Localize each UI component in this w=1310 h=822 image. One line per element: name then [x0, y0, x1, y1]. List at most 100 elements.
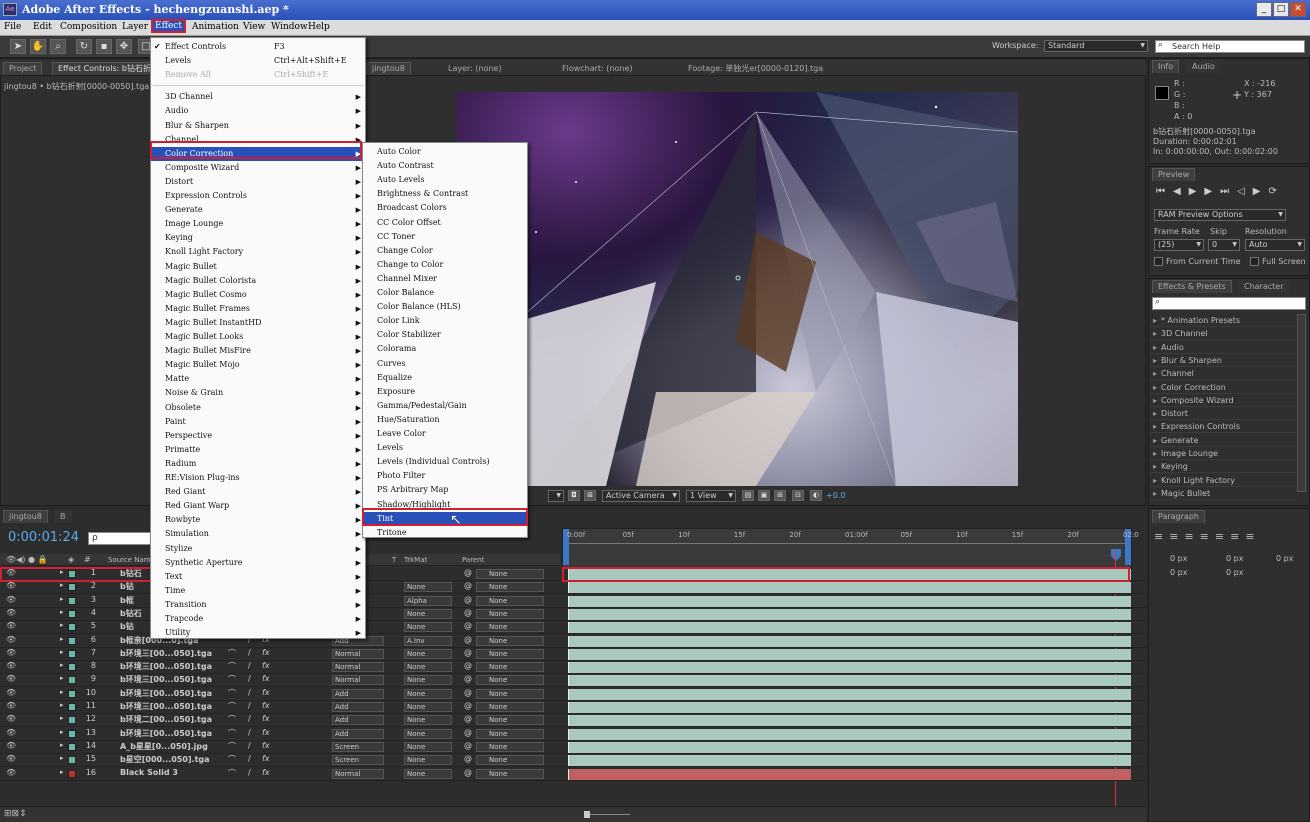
layer-duration-bar[interactable]: [568, 608, 1131, 620]
color-correction-item[interactable]: Equalize: [363, 371, 527, 385]
pickwhip-icon[interactable]: @: [464, 701, 472, 710]
eye-icon[interactable]: 👁: [6, 674, 16, 683]
layer-duration-bar[interactable]: [568, 595, 1131, 607]
color-correction-item[interactable]: Leave Color: [363, 427, 527, 441]
shy-switch-icon[interactable]: ⌒: [228, 714, 236, 725]
timeline-layer-row[interactable]: 👁 ▸ 14 A_b星星[0...050].jpg ⌒ / fx Screen None @ Non…: [0, 741, 1146, 754]
quality-switch-icon[interactable]: /: [248, 728, 251, 737]
track-matte-select[interactable]: A.Inv: [404, 635, 452, 646]
time-ruler[interactable]: 0:00f 05f 10f 15f 20f 01:00f 05f 10f 15f 20f 02:0: [562, 528, 1139, 568]
blend-mode-select[interactable]: Screen: [332, 741, 384, 752]
camera-tool-icon[interactable]: ▪: [96, 39, 112, 54]
layer-name[interactable]: b环境三[00...050].tga: [120, 648, 212, 659]
effect-menu-item[interactable]: Image Lounge ▶: [151, 217, 365, 231]
track-matte-select[interactable]: None: [404, 662, 452, 673]
effect-menu-item[interactable]: Magic Bullet MisFire ▶: [151, 344, 365, 358]
layer-duration-bar[interactable]: [568, 768, 1131, 780]
color-correction-item[interactable]: Color Balance: [363, 286, 527, 300]
timeline-layer-row[interactable]: 👁 ▸ 7 b环境三[00...050].tga ⌒ / fx Normal None @ None: [0, 648, 1146, 661]
parent-select[interactable]: None: [476, 702, 544, 712]
effect-menu-item[interactable]: Simulation ▶: [151, 527, 365, 541]
parent-select[interactable]: None: [476, 582, 544, 593]
effects-scrollbar[interactable]: [1297, 314, 1306, 492]
eye-icon[interactable]: 👁: [6, 714, 16, 723]
color-correction-item[interactable]: Tritone: [363, 526, 527, 540]
ram-preview-select[interactable]: RAM Preview Options: [1154, 209, 1286, 221]
effect-menu-item[interactable]: Magic Bullet ▶: [151, 260, 365, 274]
parent-select[interactable]: None: [476, 728, 544, 739]
resolution-select[interactable]: Auto: [1245, 239, 1305, 251]
close-button[interactable]: ✕: [1290, 2, 1306, 17]
first-line-value[interactable]: 0 px: [1170, 568, 1187, 577]
track-matte-select[interactable]: None: [404, 702, 452, 712]
pickwhip-icon[interactable]: @: [464, 608, 472, 617]
fx-switch-icon[interactable]: fx: [262, 754, 270, 763]
menu-layer[interactable]: Layer: [122, 22, 148, 32]
expand-triangle-icon[interactable]: ▸: [60, 581, 64, 589]
parent-select[interactable]: None: [476, 688, 544, 699]
label-color-swatch[interactable]: [68, 636, 76, 645]
color-correction-item[interactable]: Auto Color: [363, 145, 527, 159]
layer-name[interactable]: b钻石: [120, 568, 142, 579]
view-layout-select[interactable]: 1 View: [686, 490, 736, 502]
layer-duration-bar[interactable]: [568, 569, 1131, 580]
effects-list-item[interactable]: Image Lounge: [1150, 447, 1296, 460]
timeline-layer-row[interactable]: 👁 ▸ 9 b环境三[00...050].tga ⌒ / fx Normal None @ None: [0, 674, 1146, 688]
effect-menu-item[interactable]: Levels Ctrl+Alt+Shift+E: [151, 54, 365, 68]
effect-menu-item[interactable]: Matte ▶: [151, 372, 365, 386]
expand-triangle-icon[interactable]: ▸: [60, 688, 64, 696]
shy-switch-icon[interactable]: ⌒: [228, 661, 236, 672]
expand-triangle-icon[interactable]: ▸: [60, 768, 64, 776]
parent-select[interactable]: None: [476, 741, 544, 752]
align-buttons[interactable]: ≡≡≡≡≡≡≡: [1154, 530, 1261, 543]
layer-duration-bar[interactable]: [568, 755, 1131, 767]
effect-menu-item[interactable]: Magic Bullet Frames ▶: [151, 302, 365, 316]
pickwhip-icon[interactable]: @: [464, 581, 472, 590]
expand-triangle-icon[interactable]: ▸: [60, 714, 64, 722]
label-color-swatch[interactable]: [68, 609, 76, 618]
layer-duration-bar[interactable]: [568, 662, 1131, 674]
label-color-swatch[interactable]: [68, 583, 76, 592]
layer-duration-bar[interactable]: [568, 728, 1131, 740]
menu-view[interactable]: View: [243, 22, 265, 32]
effects-list-item[interactable]: Expression Controls: [1150, 420, 1296, 434]
effect-menu-item[interactable]: Keying ▶: [151, 231, 365, 245]
pickwhip-icon[interactable]: @: [464, 674, 472, 683]
color-correction-item[interactable]: Photo Filter: [363, 469, 527, 483]
color-correction-item[interactable]: Tint: [363, 511, 527, 526]
frame-rate-select[interactable]: (25): [1154, 239, 1204, 251]
parent-select[interactable]: None: [476, 608, 544, 619]
quality-switch-icon[interactable]: /: [248, 688, 251, 697]
menu-composition[interactable]: Composition: [60, 22, 117, 32]
shy-switch-icon[interactable]: ⌒: [228, 701, 236, 712]
color-correction-item[interactable]: Curves: [363, 357, 527, 371]
eye-icon[interactable]: 👁: [6, 754, 16, 763]
effects-list-item[interactable]: Blur & Sharpen: [1150, 354, 1296, 367]
layer-name[interactable]: b框: [120, 595, 134, 606]
quality-switch-icon[interactable]: /: [248, 741, 251, 750]
exposure-icon[interactable]: ◐: [810, 490, 822, 501]
track-matte-select[interactable]: None: [404, 648, 452, 659]
blend-mode-select[interactable]: Add: [332, 688, 384, 699]
track-matte-select[interactable]: None: [404, 622, 452, 633]
track-matte-select[interactable]: None: [404, 688, 452, 699]
viewer-zoom-select[interactable]: [548, 490, 564, 502]
expand-triangle-icon[interactable]: ▸: [60, 608, 64, 616]
effect-menu-item[interactable]: Effect Controls ✔ F3: [151, 40, 365, 54]
parent-select[interactable]: None: [476, 622, 544, 633]
color-correction-item[interactable]: Change Color: [363, 244, 527, 258]
effect-menu-item[interactable]: Synthetic Aperture ▶: [151, 556, 365, 570]
hand-tool-icon[interactable]: ✋: [30, 39, 46, 54]
quality-switch-icon[interactable]: /: [248, 701, 251, 710]
color-correction-item[interactable]: Color Stabilizer: [363, 328, 527, 342]
expand-triangle-icon[interactable]: ▸: [60, 674, 64, 682]
parent-select[interactable]: None: [476, 755, 544, 766]
shy-switch-icon[interactable]: ⌒: [228, 768, 236, 779]
effect-menu-item[interactable]: 3D Channel ▶: [151, 90, 365, 104]
effect-menu-item[interactable]: Expression Controls ▶: [151, 189, 365, 203]
color-correction-item[interactable]: Color Balance (HLS): [363, 300, 527, 314]
effect-menu-item[interactable]: Utility ▶: [151, 626, 365, 640]
parent-select[interactable]: None: [476, 768, 544, 779]
color-correction-item[interactable]: Colorama: [363, 342, 527, 356]
quality-switch-icon[interactable]: /: [248, 648, 251, 657]
